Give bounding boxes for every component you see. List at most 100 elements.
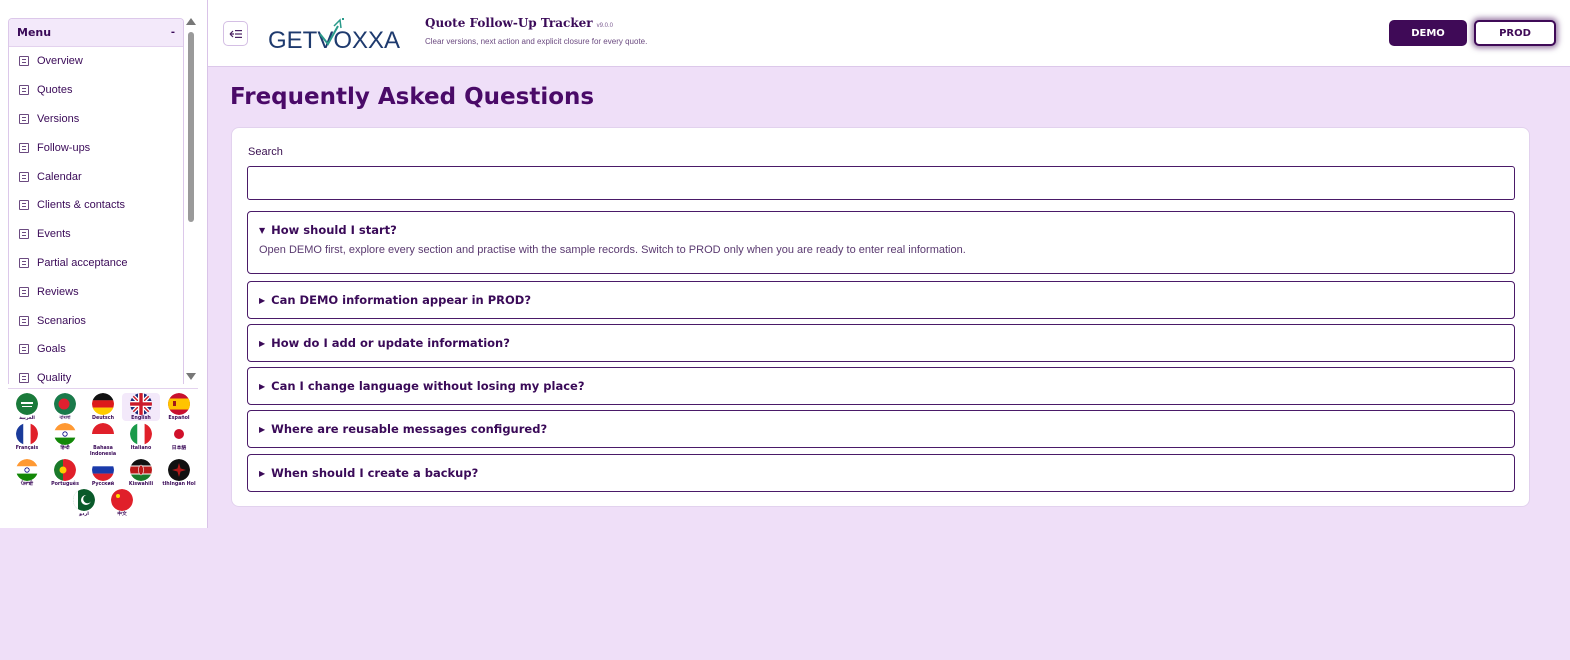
faq-question-text: How should I start? — [271, 223, 397, 237]
faq-question[interactable]: ▶ Can I change language without losing my… — [248, 368, 1514, 404]
scroll-thumb[interactable] — [188, 32, 194, 222]
document-icon — [19, 286, 29, 297]
sidebar: Menu - Overview Quotes Versions Follow-u… — [0, 0, 208, 528]
menu-collapse-icon[interactable]: - — [171, 27, 175, 38]
document-icon — [19, 315, 29, 326]
document-icon — [19, 85, 29, 96]
document-icon — [19, 56, 29, 67]
app-title: Quote Follow-Up Tracker v9.0.0 — [425, 16, 613, 30]
app-version: v9.0.0 — [596, 23, 613, 29]
sidebar-item-label: Reviews — [37, 285, 79, 298]
france-flag-icon — [16, 423, 38, 446]
faq-question-text: Can DEMO information appear in PROD? — [271, 293, 532, 307]
language-russian[interactable]: Русский — [84, 458, 122, 487]
sidebar-item-label: Goals — [37, 343, 66, 356]
scroll-up-arrow-icon[interactable] — [186, 18, 196, 25]
faq-item[interactable]: ▶ How do I add or update information? — [247, 324, 1515, 362]
russia-flag-icon — [92, 458, 114, 481]
language-label: Kiswahili — [128, 481, 154, 487]
faq-item[interactable]: ▶ Can I change language without losing my… — [247, 367, 1515, 405]
language-selector: العربية বাংলা Deutsch English Español Fr… — [8, 388, 198, 519]
sidebar-item-label: Quotes — [37, 84, 73, 97]
language-swahili[interactable]: Kiswahili — [122, 458, 160, 487]
prod-button[interactable]: PROD — [1474, 20, 1556, 46]
sidebar-item-events[interactable]: Events — [9, 220, 183, 249]
sidebar-item-label: Follow-ups — [37, 141, 91, 154]
spain-flag-icon — [168, 393, 190, 415]
menu-header[interactable]: Menu - — [9, 19, 183, 47]
demo-button[interactable]: DEMO — [1389, 20, 1467, 46]
document-icon — [19, 229, 29, 240]
sidebar-item-scenarios[interactable]: Scenarios — [9, 306, 183, 335]
faq-item[interactable]: ▶ When should I create a backup? — [247, 454, 1515, 492]
language-punjabi[interactable]: ਪੰਜਾਬੀ — [8, 458, 46, 487]
svg-text:GETVOXXA: GETVOXXA — [268, 27, 400, 54]
language-indonesian[interactable]: Bahasa Indonesia — [84, 423, 122, 457]
language-japanese[interactable]: 日本語 — [160, 423, 198, 457]
sidebar-item-quality[interactable]: Quality — [9, 364, 183, 384]
portugal-flag-icon — [54, 458, 76, 481]
language-label: বাংলা — [59, 416, 71, 421]
sidebar-item-versions[interactable]: Versions — [9, 105, 183, 134]
language-label: ਪੰਜਾਬੀ — [20, 481, 34, 487]
top-bar: GETVOXXA Quote Follow-Up Tracker v9.0.0 C… — [208, 0, 1570, 67]
language-label: tlhIngan Hol — [162, 481, 196, 487]
bangladesh-flag-icon — [54, 393, 76, 415]
sidebar-toggle-button[interactable] — [223, 21, 248, 46]
language-bengali[interactable]: বাংলা — [46, 393, 84, 421]
language-italian[interactable]: Italiano — [122, 423, 160, 457]
faq-question[interactable]: ▶ How do I add or update information? — [248, 325, 1514, 361]
language-urdu[interactable]: اردو — [65, 489, 103, 517]
language-spanish[interactable]: Español — [160, 393, 198, 421]
language-hindi[interactable]: हिन्दी — [46, 423, 84, 457]
japan-flag-icon — [168, 423, 190, 446]
faq-item[interactable]: ▶ Can DEMO information appear in PROD? — [247, 281, 1515, 319]
language-english[interactable]: English — [122, 393, 160, 422]
search-input[interactable] — [247, 166, 1515, 200]
faq-question[interactable]: ▶ Can DEMO information appear in PROD? — [248, 282, 1514, 318]
language-klingon[interactable]: tlhIngan Hol — [160, 458, 198, 487]
app-title-text: Quote Follow-Up Tracker — [425, 16, 593, 30]
sidebar-item-follow-ups[interactable]: Follow-ups — [9, 133, 183, 162]
sidebar-item-partial-acceptance[interactable]: Partial acceptance — [9, 249, 183, 278]
sidebar-menu: Menu - Overview Quotes Versions Follow-u… — [8, 18, 184, 384]
sidebar-item-goals[interactable]: Goals — [9, 335, 183, 364]
caret-right-icon: ▶ — [259, 381, 266, 391]
sidebar-item-clients-contacts[interactable]: Clients & contacts — [9, 191, 183, 220]
language-label: Español — [168, 416, 190, 421]
language-arabic[interactable]: العربية — [8, 393, 46, 421]
faq-item[interactable]: ▶ Where are reusable messages configured? — [247, 410, 1515, 448]
language-label: 中文 — [117, 512, 127, 518]
sidebar-item-label: Partial acceptance — [37, 256, 128, 269]
document-icon — [19, 200, 29, 211]
sidebar-item-label: Versions — [37, 112, 80, 125]
language-german[interactable]: Deutsch — [84, 393, 122, 421]
language-portuguese[interactable]: Português — [46, 458, 84, 487]
sidebar-item-label: Overview — [37, 55, 83, 68]
sidebar-item-reviews[interactable]: Reviews — [9, 277, 183, 306]
document-icon — [19, 373, 29, 384]
language-label: English — [131, 416, 151, 421]
faq-question[interactable]: ▶ When should I create a backup? — [248, 455, 1514, 491]
faq-card: Search ▼ How should I start? Open DEMO fi… — [231, 127, 1530, 507]
faq-question[interactable]: ▶ Where are reusable messages configured? — [248, 411, 1514, 447]
sidebar-item-label: Quality — [37, 372, 72, 384]
sidebar-scrollbar[interactable] — [186, 18, 196, 380]
sidebar-item-quotes[interactable]: Quotes — [9, 76, 183, 105]
faq-question[interactable]: ▼ How should I start? — [248, 212, 1514, 248]
sidebar-item-overview[interactable]: Overview — [9, 47, 183, 76]
faq-item[interactable]: ▼ How should I start? Open DEMO first, ex… — [247, 211, 1515, 274]
sidebar-item-calendar[interactable]: Calendar — [9, 162, 183, 191]
language-chinese[interactable]: 中文 — [103, 489, 141, 517]
sidebar-item-label: Events — [37, 228, 71, 241]
caret-right-icon: ▶ — [259, 468, 266, 478]
caret-right-icon: ▶ — [259, 295, 266, 305]
language-label: 日本語 — [171, 446, 187, 452]
language-french[interactable]: Français — [8, 423, 46, 457]
language-label: Bahasa Indonesia — [89, 446, 117, 457]
faq-question-text: Can I change language without losing my … — [271, 379, 585, 393]
page-title: Frequently Asked Questions — [230, 84, 595, 110]
klingon-flag-icon — [168, 458, 190, 481]
language-label: العربية — [19, 416, 35, 421]
scroll-down-arrow-icon[interactable] — [186, 373, 196, 380]
